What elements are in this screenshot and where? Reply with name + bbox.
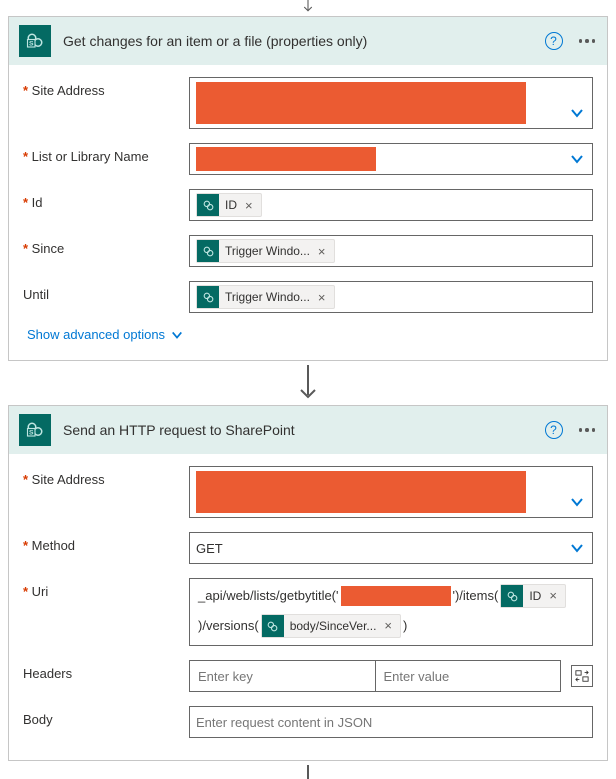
token-since-version[interactable]: body/SinceVer... × (261, 614, 401, 638)
input-method[interactable]: GET (189, 532, 593, 564)
headers-key-placeholder: Enter key (198, 669, 253, 684)
sharepoint-icon (197, 194, 219, 216)
action-card-http-request: S Send an HTTP request to SharePoint ? S… (8, 405, 608, 761)
arrow-top (297, 0, 319, 14)
chevron-down-icon[interactable] (570, 541, 584, 555)
card-header[interactable]: S Send an HTTP request to SharePoint ? (9, 406, 607, 454)
label-site-address: Site Address (23, 466, 189, 487)
headers-key-input[interactable]: Enter key (189, 660, 376, 692)
svg-text:S: S (29, 430, 34, 437)
label-body: Body (23, 706, 189, 727)
sharepoint-icon (197, 286, 219, 308)
sharepoint-icon (501, 585, 523, 607)
sharepoint-icon: S (19, 25, 51, 57)
headers-value-input[interactable]: Enter value (376, 660, 562, 692)
token-remove[interactable]: × (316, 290, 328, 305)
arrow-middle (297, 365, 319, 403)
input-id[interactable]: ID × (189, 189, 593, 221)
token-trigger-window[interactable]: Trigger Windo... × (196, 239, 335, 263)
label-id: Id (23, 189, 189, 210)
show-advanced-label: Show advanced options (27, 327, 165, 342)
label-until: Until (23, 281, 189, 302)
sharepoint-icon (197, 240, 219, 262)
redacted-block (341, 586, 451, 606)
token-label: Trigger Windo... (225, 244, 310, 258)
more-menu-icon[interactable] (577, 428, 598, 432)
token-label: Trigger Windo... (225, 290, 310, 304)
sharepoint-icon (262, 615, 284, 637)
card-header[interactable]: S Get changes for an item or a file (pro… (9, 17, 607, 65)
action-card-get-changes: S Get changes for an item or a file (pro… (8, 16, 608, 361)
redacted-block (196, 82, 526, 124)
uri-text: )/versions( (198, 613, 259, 639)
help-icon[interactable]: ? (545, 32, 563, 50)
input-site-address[interactable] (189, 466, 593, 518)
input-list-name[interactable] (189, 143, 593, 175)
uri-text: ')/items( (453, 583, 499, 609)
uri-text: ) (403, 613, 407, 639)
uri-text: _api/web/lists/getbytitle(' (198, 583, 339, 609)
token-trigger-window[interactable]: Trigger Windo... × (196, 285, 335, 309)
label-list-name: List or Library Name (23, 143, 189, 164)
input-site-address[interactable] (189, 77, 593, 129)
input-body[interactable]: Enter request content in JSON (189, 706, 593, 738)
show-advanced-toggle[interactable]: Show advanced options (27, 327, 593, 342)
sharepoint-icon: S (19, 414, 51, 446)
input-until[interactable]: Trigger Windo... × (189, 281, 593, 313)
input-since[interactable]: Trigger Windo... × (189, 235, 593, 267)
redacted-block (196, 147, 376, 171)
token-label: ID (529, 583, 541, 609)
chevron-down-icon (171, 329, 183, 341)
token-remove[interactable]: × (316, 244, 328, 259)
headers-value-placeholder: Enter value (384, 669, 450, 684)
label-uri: Uri (23, 578, 189, 599)
token-label: body/SinceVer... (290, 613, 377, 639)
card-title: Send an HTTP request to SharePoint (63, 422, 295, 438)
body-placeholder: Enter request content in JSON (196, 715, 372, 730)
label-headers: Headers (23, 660, 189, 681)
help-icon[interactable]: ? (545, 421, 563, 439)
token-remove[interactable]: × (382, 613, 394, 639)
token-remove[interactable]: × (547, 583, 559, 609)
input-uri[interactable]: _api/web/lists/getbytitle(' ')/items( ID… (189, 578, 593, 646)
card-title: Get changes for an item or a file (prope… (63, 33, 367, 49)
redacted-block (196, 471, 526, 513)
svg-text:S: S (29, 41, 34, 48)
token-remove[interactable]: × (243, 198, 255, 213)
method-value: GET (196, 541, 223, 556)
chevron-down-icon[interactable] (570, 495, 584, 509)
more-menu-icon[interactable] (577, 39, 598, 43)
label-since: Since (23, 235, 189, 256)
token-id[interactable]: ID × (196, 193, 262, 217)
arrow-bottom (297, 765, 319, 779)
token-id[interactable]: ID × (500, 584, 566, 608)
switch-mode-icon[interactable] (571, 665, 593, 687)
token-label: ID (225, 198, 237, 212)
label-site-address: Site Address (23, 77, 189, 98)
chevron-down-icon[interactable] (570, 152, 584, 166)
label-method: Method (23, 532, 189, 553)
chevron-down-icon[interactable] (570, 106, 584, 120)
